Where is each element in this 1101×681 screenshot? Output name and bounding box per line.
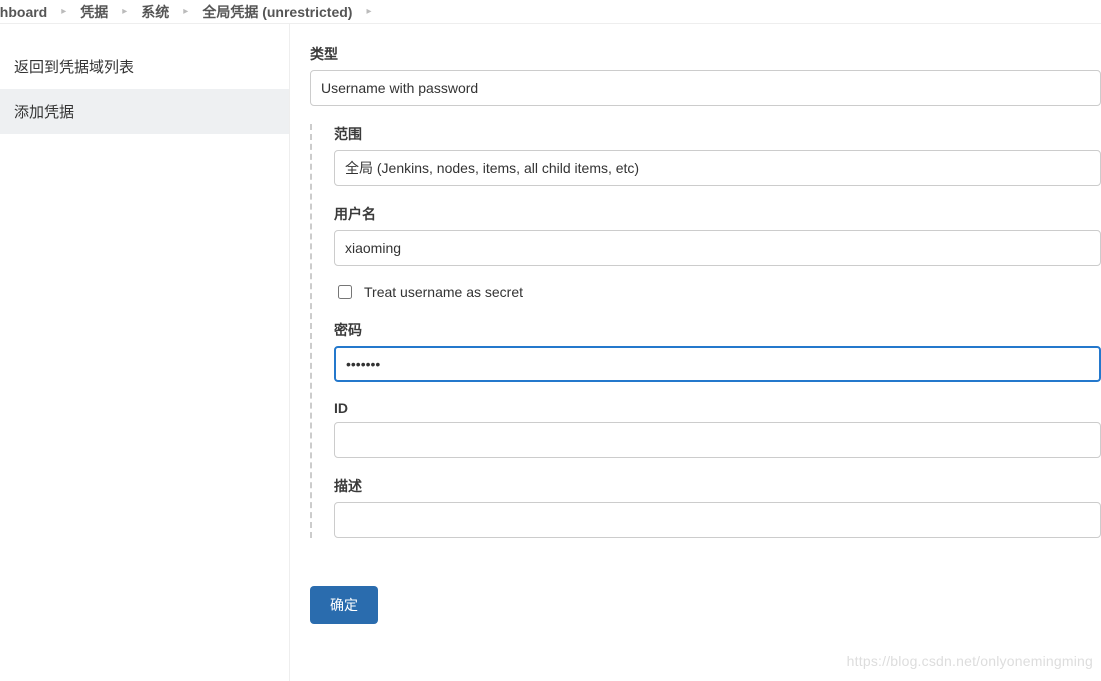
breadcrumb-item[interactable]: 凭据: [80, 2, 108, 22]
description-input[interactable]: [334, 502, 1101, 538]
treat-username-secret-checkbox[interactable]: [338, 285, 352, 299]
watermark-text: https://blog.csdn.net/onlyonemingming: [847, 653, 1093, 669]
breadcrumb: shboard ▸ 凭据 ▸ 系统 ▸ 全局凭据 (unrestricted) …: [0, 0, 1101, 24]
breadcrumb-item[interactable]: 全局凭据 (unrestricted): [202, 2, 352, 22]
username-input[interactable]: [334, 230, 1101, 266]
chevron-right-icon: ▸: [183, 6, 188, 17]
field-username: 用户名: [334, 204, 1101, 266]
treat-username-secret-label: Treat username as secret: [364, 284, 523, 300]
id-input[interactable]: [334, 422, 1101, 458]
treat-username-secret-row: Treat username as secret: [338, 284, 1101, 300]
type-label: 类型: [310, 44, 1101, 64]
field-scope: 范围: [334, 124, 1101, 186]
main-content: 类型 范围 用户名 Treat username as secret 密码: [290, 24, 1101, 681]
scope-label: 范围: [334, 124, 1101, 144]
scope-select[interactable]: [334, 150, 1101, 186]
chevron-right-icon: ▸: [366, 6, 371, 17]
breadcrumb-item[interactable]: 系统: [141, 2, 169, 22]
submit-button[interactable]: 确定: [310, 586, 378, 624]
password-input[interactable]: [334, 346, 1101, 382]
description-label: 描述: [334, 476, 1101, 496]
sidebar: 返回到凭据域列表 添加凭据: [0, 24, 290, 681]
sidebar-item-add-credential[interactable]: 添加凭据: [0, 89, 289, 134]
type-select[interactable]: [310, 70, 1101, 106]
sidebar-item-back[interactable]: 返回到凭据域列表: [0, 44, 289, 89]
chevron-right-icon: ▸: [61, 6, 66, 17]
password-label: 密码: [334, 320, 1101, 340]
field-description: 描述: [334, 476, 1101, 538]
field-type: 类型: [310, 44, 1101, 106]
page-body: 返回到凭据域列表 添加凭据 类型 范围 用户名 Treat username a…: [0, 24, 1101, 681]
field-password: 密码: [334, 320, 1101, 382]
breadcrumb-item[interactable]: shboard: [0, 4, 47, 20]
field-id: ID: [334, 400, 1101, 458]
chevron-right-icon: ▸: [122, 6, 127, 17]
username-label: 用户名: [334, 204, 1101, 224]
id-label: ID: [334, 400, 1101, 416]
nested-fields: 范围 用户名 Treat username as secret 密码 ID 描述: [310, 124, 1101, 538]
